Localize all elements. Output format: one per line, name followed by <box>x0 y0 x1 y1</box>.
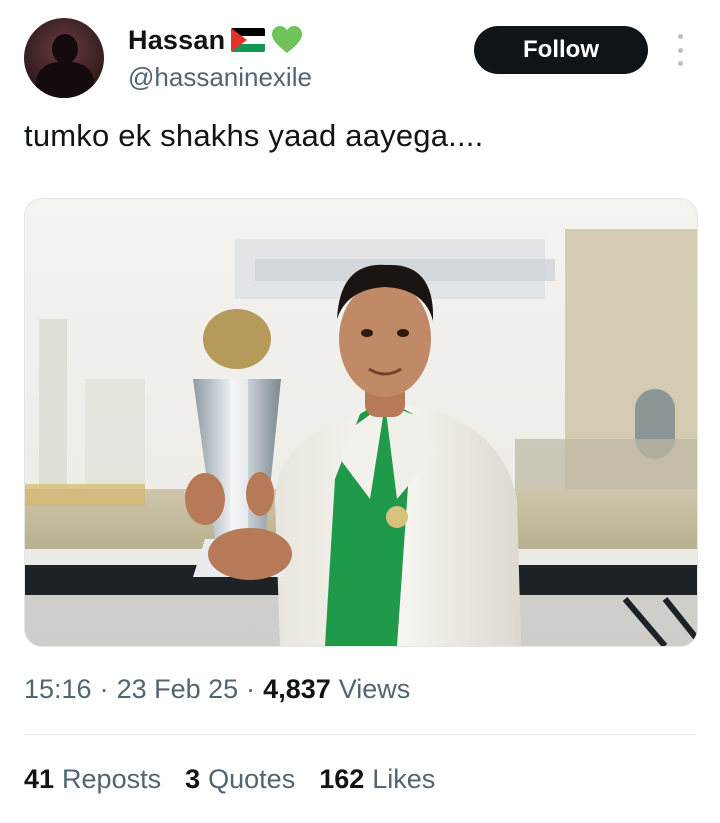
quotes-stat[interactable]: 3 Quotes <box>185 764 295 795</box>
quotes-count: 3 <box>185 764 201 794</box>
views-label: Views <box>338 674 411 704</box>
more-options-icon[interactable] <box>670 34 690 66</box>
palestine-flag-icon <box>231 28 266 52</box>
tweet-time[interactable]: 15:16 <box>24 674 92 705</box>
author-handle[interactable]: @hassaninexile <box>128 62 312 93</box>
likes-stat[interactable]: 162 Likes <box>319 764 435 795</box>
photo-illustration <box>25 199 697 646</box>
display-name[interactable]: Hassan <box>128 25 225 56</box>
likes-count: 162 <box>319 764 365 794</box>
reposts-stat[interactable]: 41 Reposts <box>24 764 161 795</box>
likes-label: Likes <box>372 764 436 794</box>
green-heart-icon <box>272 26 303 53</box>
tweet-text: tumko ek shakhs yaad aayega.... <box>24 118 484 153</box>
views-count: 4,837 <box>263 674 331 704</box>
quotes-label: Quotes <box>208 764 296 794</box>
engagement-stats: 41 Reposts 3 Quotes 162 Likes <box>24 764 435 795</box>
avatar-figure-head <box>52 34 78 64</box>
tweet-meta: 15:16 · 23 Feb 25 · 4,837 Views <box>24 674 410 705</box>
divider <box>24 734 696 735</box>
meta-separator: · <box>99 674 109 704</box>
author-name-row: Hassan <box>128 22 303 58</box>
avatar-figure-body <box>36 62 94 98</box>
follow-button[interactable]: Follow <box>474 26 648 74</box>
meta-separator: · <box>246 674 256 704</box>
avatar[interactable] <box>24 18 104 98</box>
reposts-label: Reposts <box>62 764 162 794</box>
tweet-photo[interactable] <box>24 198 698 647</box>
reposts-count: 41 <box>24 764 55 794</box>
tweet-header: Hassan @hassaninexile Follow <box>0 0 720 110</box>
tweet-date[interactable]: 23 Feb 25 <box>117 674 239 705</box>
